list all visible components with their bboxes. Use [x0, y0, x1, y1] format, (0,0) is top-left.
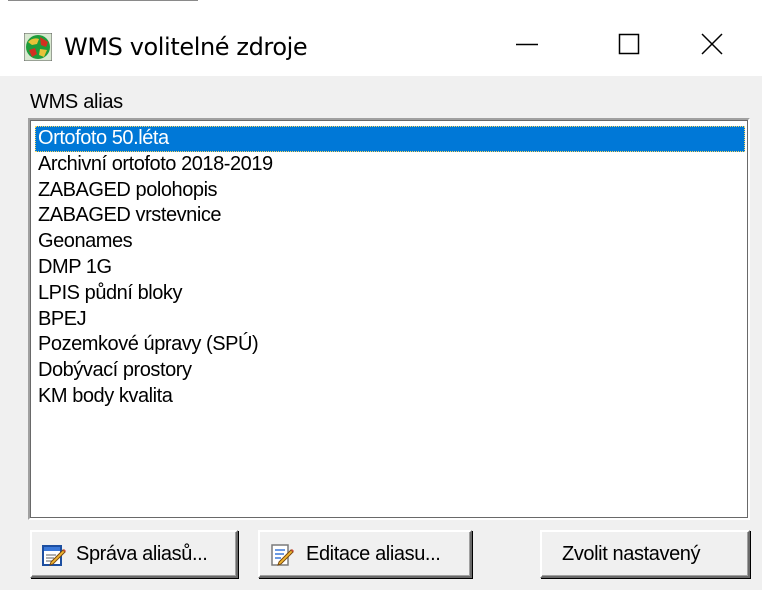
maximize-icon: [618, 33, 640, 55]
list-item[interactable]: Archivní ortofoto 2018-2019: [35, 152, 745, 178]
background-divider: [8, 0, 198, 4]
list-item[interactable]: ZABAGED polohopis: [35, 178, 745, 204]
manage-aliases-button[interactable]: Správa aliasů...: [30, 530, 238, 578]
edit-note-icon: [42, 545, 66, 566]
manage-aliases-label: Správa aliasů...: [76, 543, 208, 565]
list-item[interactable]: Dobývací prostory: [35, 358, 745, 384]
list-item[interactable]: KM body kvalita: [35, 384, 745, 410]
listbox-items: Ortofoto 50.léta Archivní ortofoto 2018-2…: [35, 126, 745, 515]
list-item[interactable]: ZABAGED vrstevnice: [35, 203, 745, 229]
title-bar[interactable]: WMS volitelné zdroje: [0, 14, 762, 76]
list-item[interactable]: Ortofoto 50.léta: [35, 126, 745, 152]
list-item[interactable]: DMP 1G: [35, 255, 745, 281]
background-window-edge: [0, 0, 762, 14]
list-item[interactable]: Pozemkové úpravy (SPÚ): [35, 332, 745, 358]
edit-alias-label: Editace aliasu...: [306, 543, 441, 565]
maximize-button[interactable]: [584, 14, 674, 76]
wms-alias-listbox[interactable]: Ortofoto 50.léta Archivní ortofoto 2018-2…: [28, 118, 750, 520]
app-globe-icon: [24, 33, 52, 61]
minimize-button[interactable]: [486, 14, 576, 76]
wms-alias-label: WMS alias: [30, 91, 123, 113]
window-title: WMS volitelné zdroje: [64, 33, 308, 61]
close-button[interactable]: [672, 14, 762, 76]
close-icon: [701, 33, 723, 55]
list-item[interactable]: Geonames: [35, 229, 745, 255]
list-item[interactable]: LPIS půdní bloky: [35, 281, 745, 307]
list-item[interactable]: BPEJ: [35, 307, 745, 333]
edit-document-icon: [271, 544, 294, 566]
minimize-icon: [516, 43, 538, 46]
dialog-window: WMS volitelné zdroje WMS alias Ortofoto …: [0, 0, 762, 590]
select-configured-button[interactable]: Zvolit nastavený: [540, 530, 750, 578]
select-configured-label: Zvolit nastavený: [562, 543, 701, 565]
edit-alias-button[interactable]: Editace aliasu...: [258, 530, 472, 578]
